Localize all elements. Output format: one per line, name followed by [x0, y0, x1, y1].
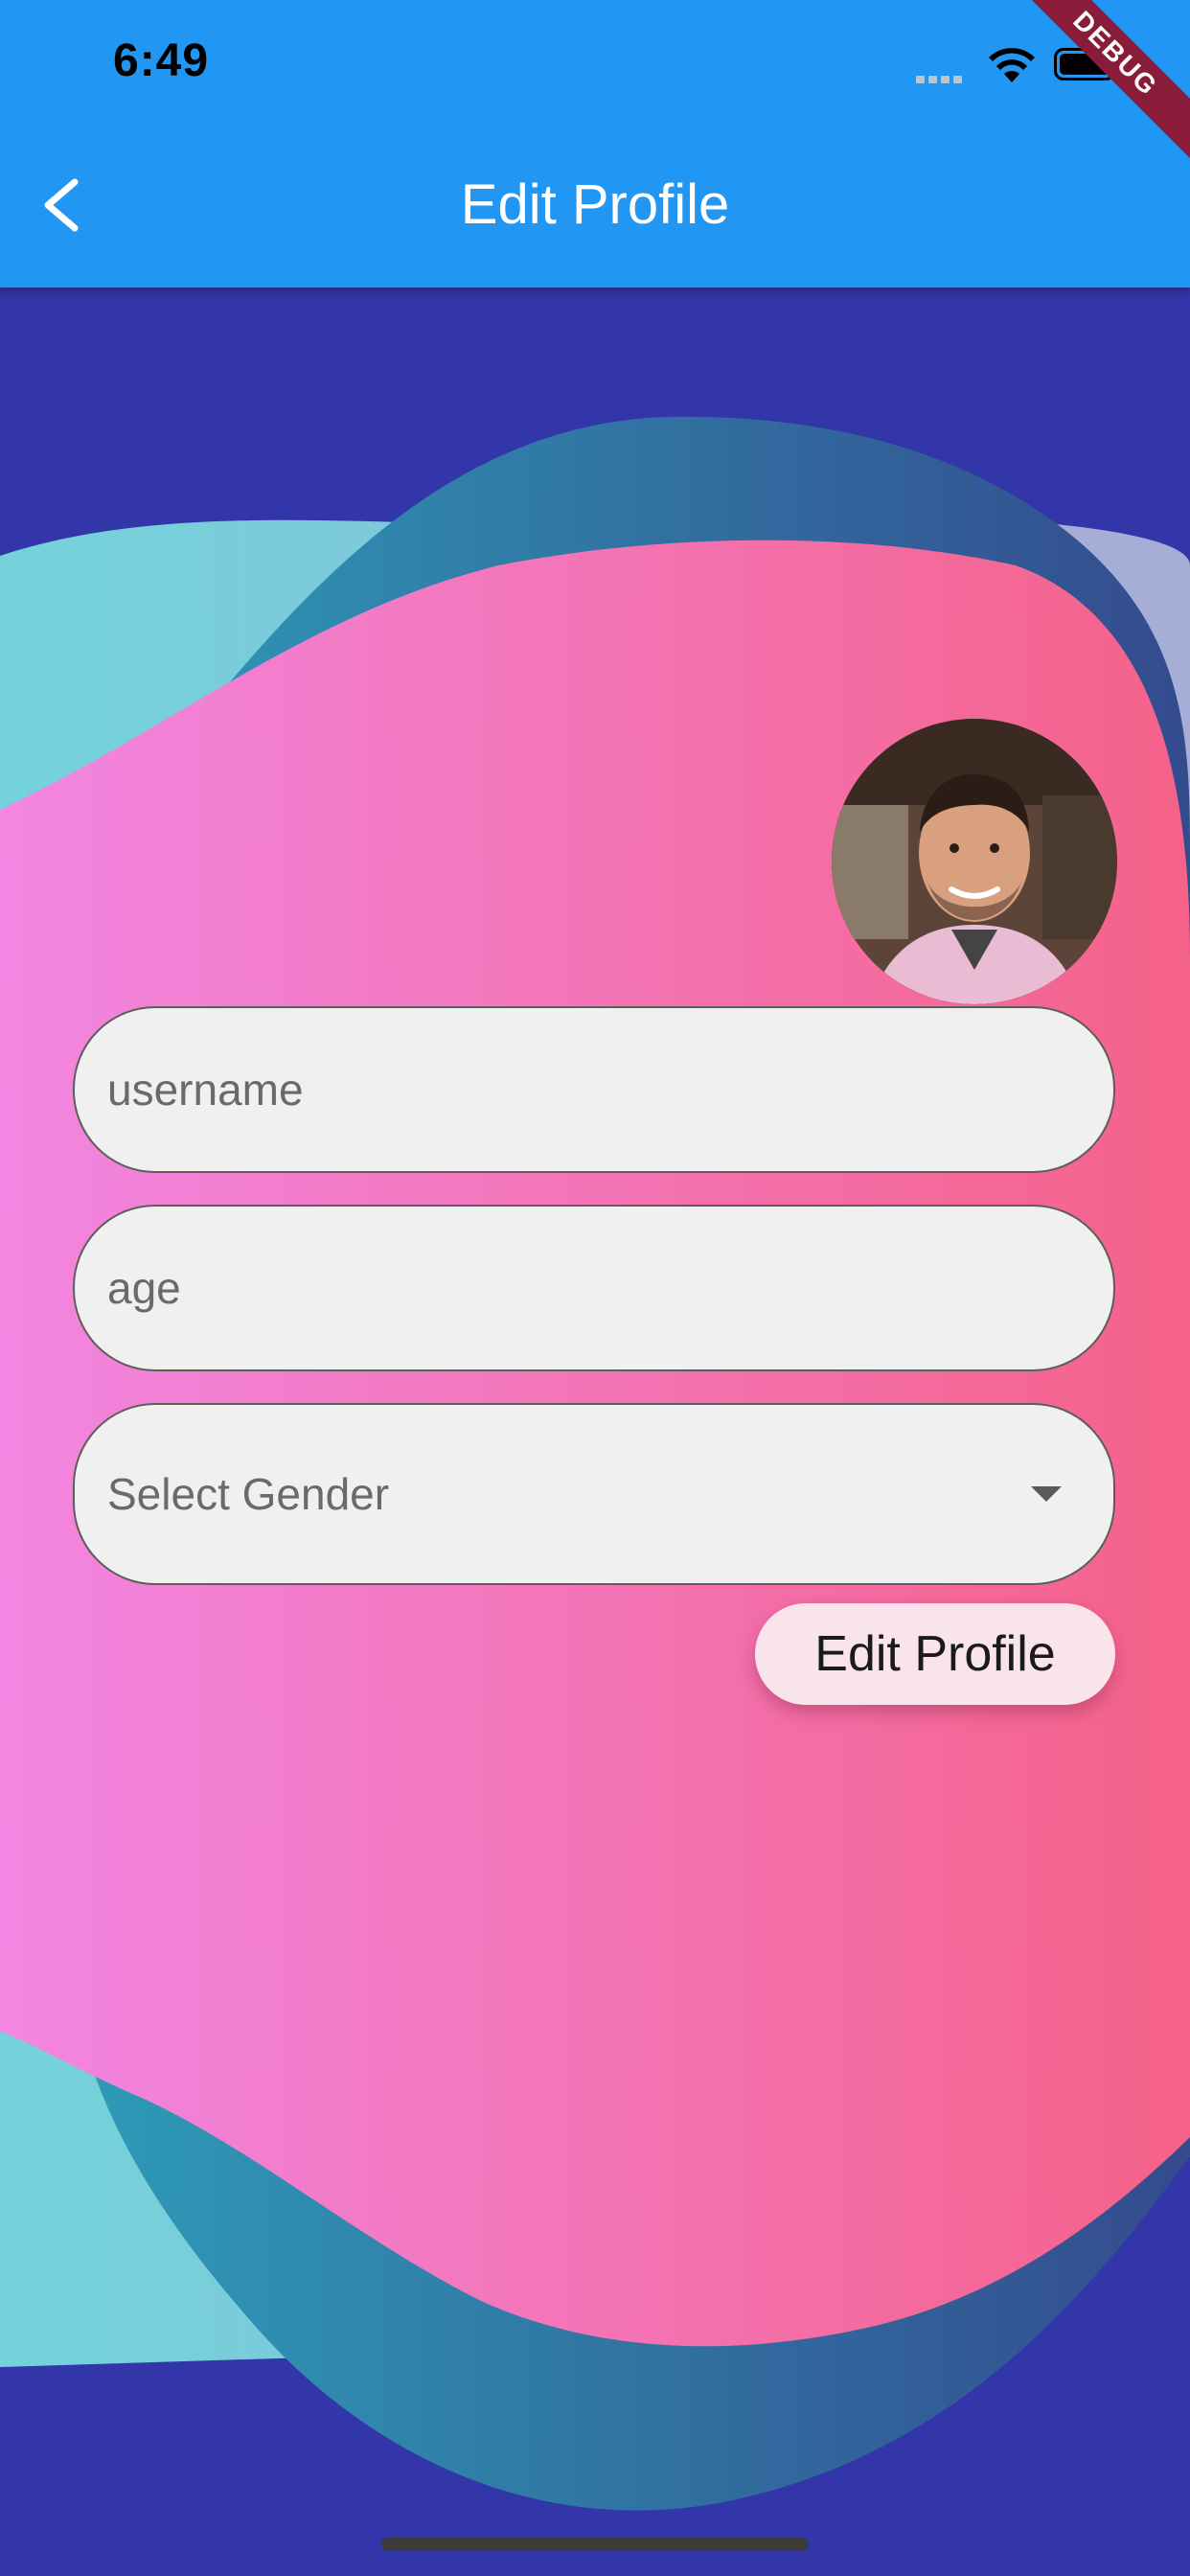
edit-profile-button[interactable]: Edit Profile — [755, 1603, 1115, 1705]
username-input[interactable]: username — [73, 1006, 1115, 1173]
username-placeholder: username — [107, 1065, 304, 1115]
gender-dropdown[interactable]: Select Gender — [73, 1403, 1115, 1585]
profile-avatar[interactable] — [832, 719, 1117, 1004]
gender-placeholder: Select Gender — [107, 1469, 390, 1519]
wifi-icon — [989, 48, 1035, 82]
cellular-signal-icon — [916, 71, 966, 88]
age-input[interactable]: age — [73, 1205, 1115, 1371]
age-placeholder: age — [107, 1263, 181, 1313]
page-title: Edit Profile — [460, 173, 730, 236]
home-indicator[interactable] — [381, 2538, 809, 2551]
status-time: 6:49 — [113, 35, 210, 86]
dropdown-arrow-icon — [1031, 1486, 1062, 1502]
